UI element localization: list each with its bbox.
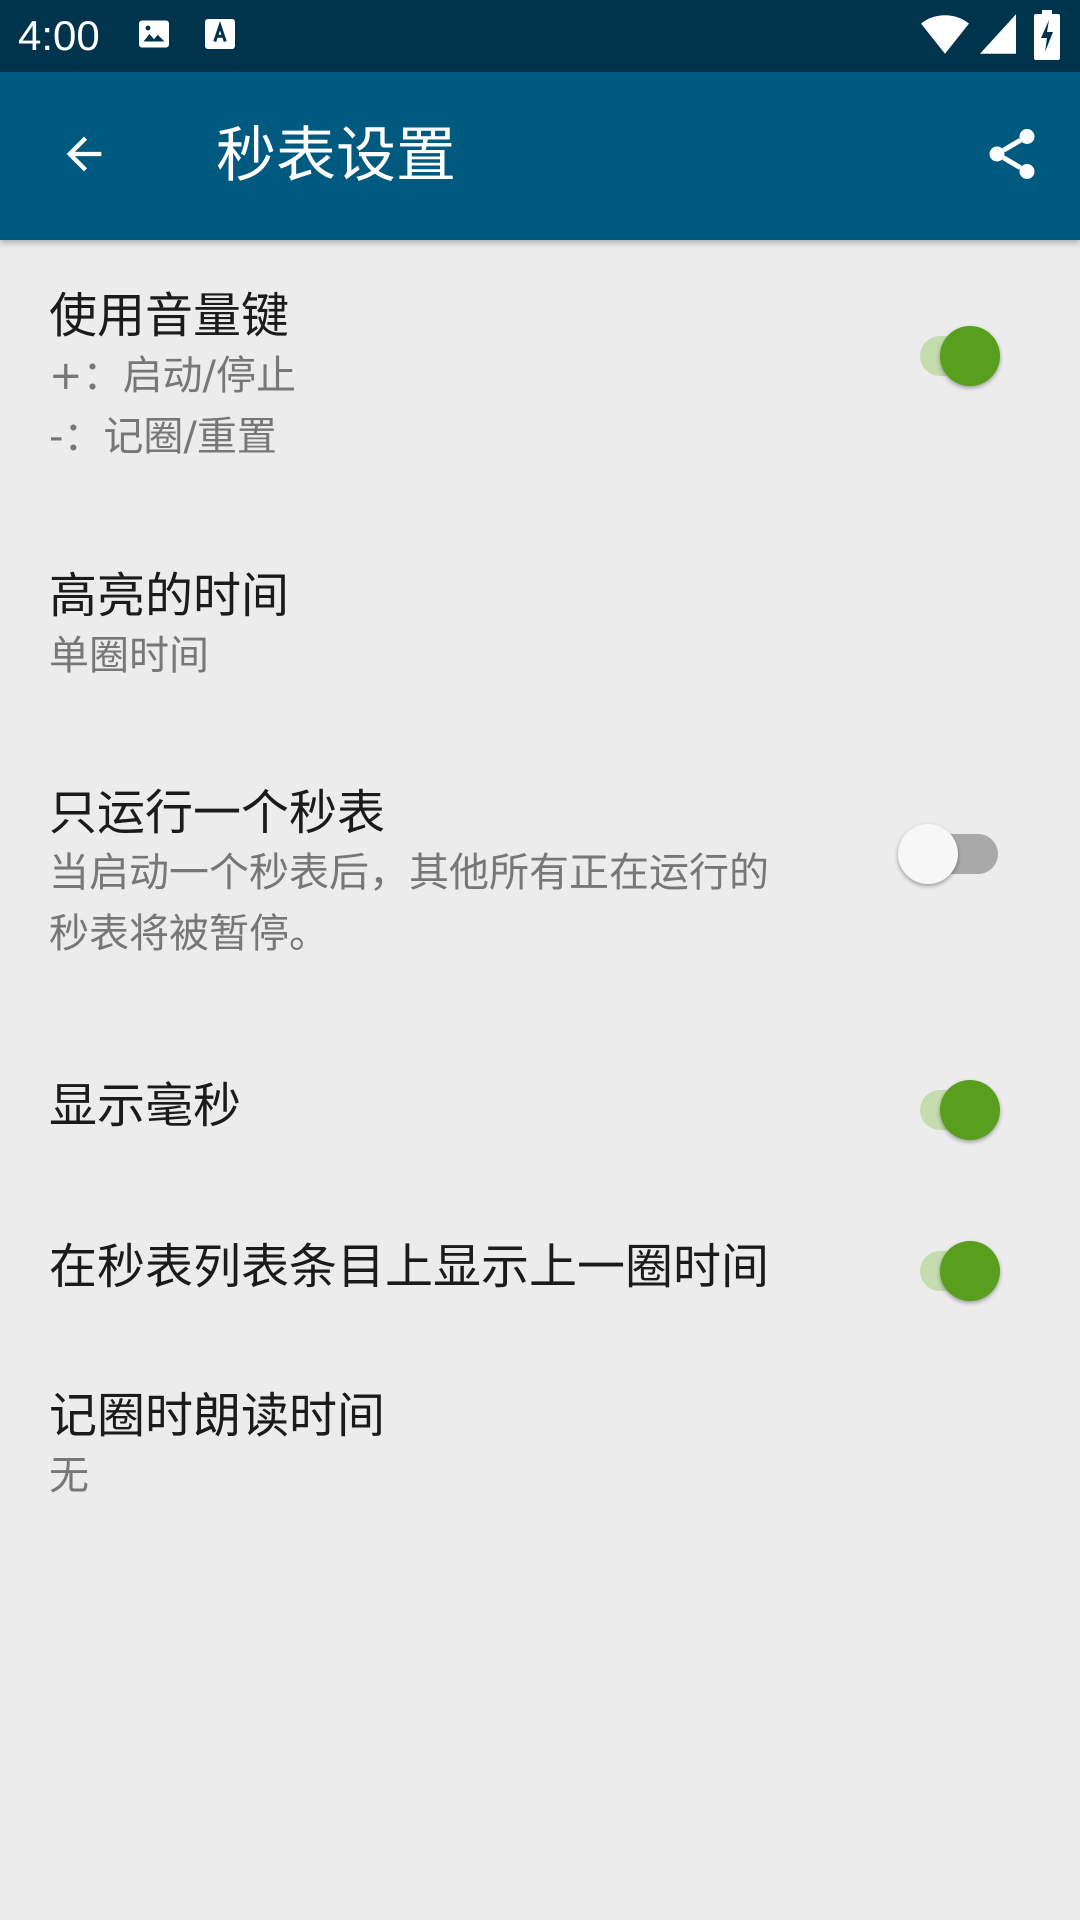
status-bar: 4:00 <box>0 0 1080 72</box>
setting-summary-line: 单圈时间 <box>49 633 209 679</box>
setting-title: 高亮的时间 <box>49 568 290 624</box>
toggle-thumb <box>940 326 1000 386</box>
setting-text: 显示毫秒 <box>49 1076 241 1136</box>
setting-text: 在秒表列表条目上显示上一圈时间 <box>49 1237 769 1297</box>
setting-highlighted-time[interactable]: 高亮的时间 单圈时间 <box>0 566 1080 696</box>
setting-run-single-stopwatch[interactable]: 只运行一个秒表 当启动一个秒表后，其他所有正在运行的 秒表将被暂停。 <box>0 783 1080 973</box>
show-last-lap-toggle[interactable] <box>900 1235 1004 1301</box>
image-icon <box>136 16 172 52</box>
setting-text: 记圈时朗读时间 无 <box>49 1386 385 1507</box>
toggle-thumb <box>940 1241 1000 1301</box>
battery-charging-icon <box>1034 10 1060 60</box>
toggle-thumb <box>898 824 958 884</box>
toggle-thumb <box>940 1080 1000 1140</box>
setting-title: 使用音量键 <box>49 288 290 344</box>
arrow-back-icon <box>58 128 110 184</box>
setting-title: 只运行一个秒表 <box>49 785 386 841</box>
app-bar: 秒表设置 <box>0 72 1080 240</box>
setting-text: 使用音量键 +：启动/停止 -：记圈/重置 <box>49 286 296 468</box>
setting-text: 高亮的时间 单圈时间 <box>49 566 289 687</box>
setting-text: 只运行一个秒表 当启动一个秒表后，其他所有正在运行的 秒表将被暂停。 <box>49 783 769 965</box>
wifi-icon <box>920 12 970 56</box>
setting-speak-lap-time[interactable]: 记圈时朗读时间 无 <box>0 1386 1080 1516</box>
page-title: 秒表设置 <box>216 121 456 191</box>
volume-keys-toggle[interactable] <box>900 320 1004 386</box>
share-button[interactable] <box>964 112 1060 200</box>
setting-summary-line: 秒表将被暂停。 <box>49 911 329 957</box>
setting-show-last-lap[interactable]: 在秒表列表条目上显示上一圈时间 <box>0 1227 1080 1307</box>
setting-summary-line: 当启动一个秒表后，其他所有正在运行的 <box>49 850 769 896</box>
single-stopwatch-toggle[interactable] <box>898 818 1002 884</box>
setting-summary-line: -：记圈/重置 <box>49 414 277 460</box>
setting-summary-line: 无 <box>49 1453 89 1499</box>
signal-icon <box>980 14 1016 54</box>
setting-title: 记圈时朗读时间 <box>49 1388 386 1444</box>
setting-use-volume-keys[interactable]: 使用音量键 +：启动/停止 -：记圈/重置 <box>0 286 1080 476</box>
setting-title: 显示毫秒 <box>49 1078 242 1134</box>
status-time: 4:00 <box>18 12 100 59</box>
show-milliseconds-toggle[interactable] <box>900 1074 1004 1140</box>
setting-title: 在秒表列表条目上显示上一圈时间 <box>49 1239 770 1295</box>
back-button[interactable] <box>40 112 128 200</box>
setting-summary-line: +：启动/停止 <box>49 353 296 399</box>
font-download-icon <box>202 16 238 52</box>
setting-show-milliseconds[interactable]: 显示毫秒 <box>0 1066 1080 1146</box>
share-icon <box>982 124 1042 188</box>
